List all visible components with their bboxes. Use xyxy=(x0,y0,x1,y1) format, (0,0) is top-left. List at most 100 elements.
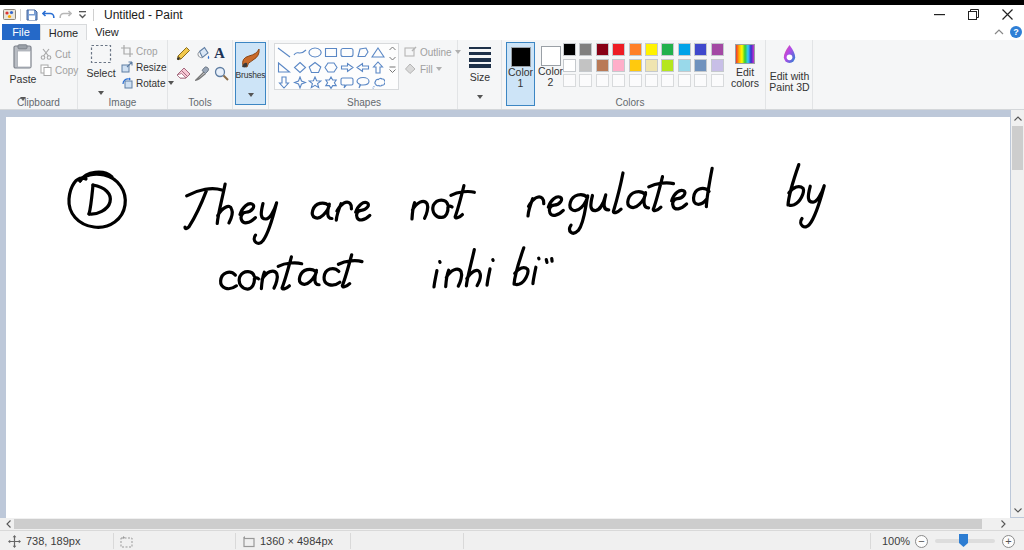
palette-color[interactable] xyxy=(711,59,724,72)
shape-right-triangle[interactable] xyxy=(277,60,291,73)
shapes-expand[interactable] xyxy=(389,66,396,74)
shape-up-arrow[interactable] xyxy=(371,60,385,73)
shape-right-arrow[interactable] xyxy=(340,60,354,73)
outline-button[interactable]: Outline xyxy=(404,46,461,58)
shape-left-arrow[interactable] xyxy=(356,60,370,73)
palette-color[interactable] xyxy=(694,43,707,56)
palette-color[interactable] xyxy=(563,43,576,56)
shape-rounded-callout[interactable] xyxy=(340,75,354,88)
brushes-dropdown[interactable] xyxy=(248,93,254,97)
restore-button[interactable] xyxy=(956,5,990,24)
fill-tool[interactable] xyxy=(195,46,210,65)
drawing-canvas[interactable] xyxy=(6,117,1010,518)
zoom-out-button[interactable]: − xyxy=(915,535,928,548)
shapes-scroll-up[interactable] xyxy=(389,46,396,51)
select-button[interactable]: Select xyxy=(85,44,117,99)
paste-button[interactable]: Paste xyxy=(8,44,38,105)
palette-color[interactable] xyxy=(678,43,691,56)
shape-cloud-callout[interactable] xyxy=(371,75,385,88)
copy-button[interactable]: Copy xyxy=(40,64,78,76)
scroll-up-arrow[interactable] xyxy=(1011,111,1024,125)
scroll-right-arrow[interactable] xyxy=(996,518,1010,530)
shape-down-arrow[interactable] xyxy=(277,75,291,88)
shape-line[interactable] xyxy=(277,45,291,58)
vertical-scrollbar[interactable] xyxy=(1011,110,1024,517)
palette-color[interactable] xyxy=(579,59,592,72)
vertical-scroll-thumb[interactable] xyxy=(1012,126,1023,170)
tab-home[interactable]: Home xyxy=(40,24,87,40)
crop-button[interactable]: Crop xyxy=(121,45,158,57)
palette-empty-slot[interactable] xyxy=(563,74,576,87)
fill-dropdown[interactable] xyxy=(436,67,442,71)
color-picker-tool[interactable] xyxy=(195,66,210,85)
shape-pentagon[interactable] xyxy=(308,60,322,73)
redo-button[interactable] xyxy=(59,8,72,21)
palette-empty-slot[interactable] xyxy=(629,74,642,87)
palette-color[interactable] xyxy=(711,43,724,56)
palette-color[interactable] xyxy=(645,43,658,56)
zoom-slider-thumb[interactable] xyxy=(959,534,968,547)
shape-oval[interactable] xyxy=(308,45,322,58)
shape-five-point-star[interactable] xyxy=(308,75,322,88)
select-dropdown[interactable] xyxy=(98,91,104,95)
qat-customize-button[interactable] xyxy=(76,8,89,21)
zoom-in-button[interactable]: + xyxy=(1002,535,1015,548)
minimize-button[interactable] xyxy=(922,5,956,24)
palette-empty-slot[interactable] xyxy=(661,74,674,87)
palette-empty-slot[interactable] xyxy=(579,74,592,87)
palette-empty-slot[interactable] xyxy=(694,74,707,87)
help-button[interactable]: ? xyxy=(1010,26,1022,38)
horizontal-scrollbar[interactable] xyxy=(0,518,1011,530)
palette-empty-slot[interactable] xyxy=(645,74,658,87)
palette-empty-slot[interactable] xyxy=(612,74,625,87)
shape-oval-callout[interactable] xyxy=(356,75,370,88)
size-button[interactable]: Size xyxy=(464,46,496,103)
palette-color[interactable] xyxy=(661,59,674,72)
palette-color[interactable] xyxy=(678,59,691,72)
palette-color[interactable] xyxy=(563,59,576,72)
palette-color[interactable] xyxy=(612,59,625,72)
resize-button[interactable]: Resize xyxy=(121,61,167,73)
palette-color[interactable] xyxy=(596,43,609,56)
edit-colors-button[interactable]: Edit colors xyxy=(726,44,764,89)
text-tool[interactable]: A xyxy=(214,45,225,62)
palette-color[interactable] xyxy=(629,43,642,56)
palette-color[interactable] xyxy=(645,59,658,72)
shape-rectangle[interactable] xyxy=(324,45,338,58)
palette-empty-slot[interactable] xyxy=(678,74,691,87)
tab-view[interactable]: View xyxy=(87,24,127,40)
rotate-button[interactable]: Rotate xyxy=(121,77,174,89)
save-button[interactable] xyxy=(25,8,38,21)
palette-color[interactable] xyxy=(612,43,625,56)
palette-color[interactable] xyxy=(661,43,674,56)
magnifier-tool[interactable] xyxy=(214,66,229,85)
shape-four-point-star[interactable] xyxy=(293,75,307,88)
palette-color[interactable] xyxy=(629,59,642,72)
pencil-tool[interactable] xyxy=(176,46,191,65)
undo-button[interactable] xyxy=(42,8,55,21)
shape-curve[interactable] xyxy=(293,45,307,58)
scroll-left-arrow[interactable] xyxy=(1,518,15,530)
fill-button[interactable]: Fill xyxy=(404,63,442,75)
palette-color[interactable] xyxy=(579,43,592,56)
palette-color[interactable] xyxy=(694,59,707,72)
size-dropdown[interactable] xyxy=(477,95,483,99)
shape-rounded-rectangle[interactable] xyxy=(340,45,354,58)
zoom-slider[interactable] xyxy=(935,539,995,543)
shape-hexagon[interactable] xyxy=(324,60,338,73)
shapes-scroll-down[interactable] xyxy=(389,56,396,61)
edit-paint3d-button[interactable]: Edit with Paint 3D xyxy=(767,44,812,93)
brushes-button[interactable]: Brushes xyxy=(235,42,266,105)
scroll-down-arrow[interactable] xyxy=(1011,503,1024,517)
collapse-ribbon-button[interactable] xyxy=(994,29,1004,35)
palette-empty-slot[interactable] xyxy=(596,74,609,87)
eraser-tool[interactable] xyxy=(176,66,191,84)
cut-button[interactable]: Cut xyxy=(40,48,71,60)
shape-diamond[interactable] xyxy=(293,60,307,73)
tab-file[interactable]: File xyxy=(2,24,40,40)
shape-polygon[interactable] xyxy=(356,45,370,58)
shape-six-point-star[interactable] xyxy=(324,75,338,88)
shape-triangle[interactable] xyxy=(371,45,385,58)
horizontal-scroll-thumb[interactable] xyxy=(14,519,982,529)
palette-empty-slot[interactable] xyxy=(711,74,724,87)
